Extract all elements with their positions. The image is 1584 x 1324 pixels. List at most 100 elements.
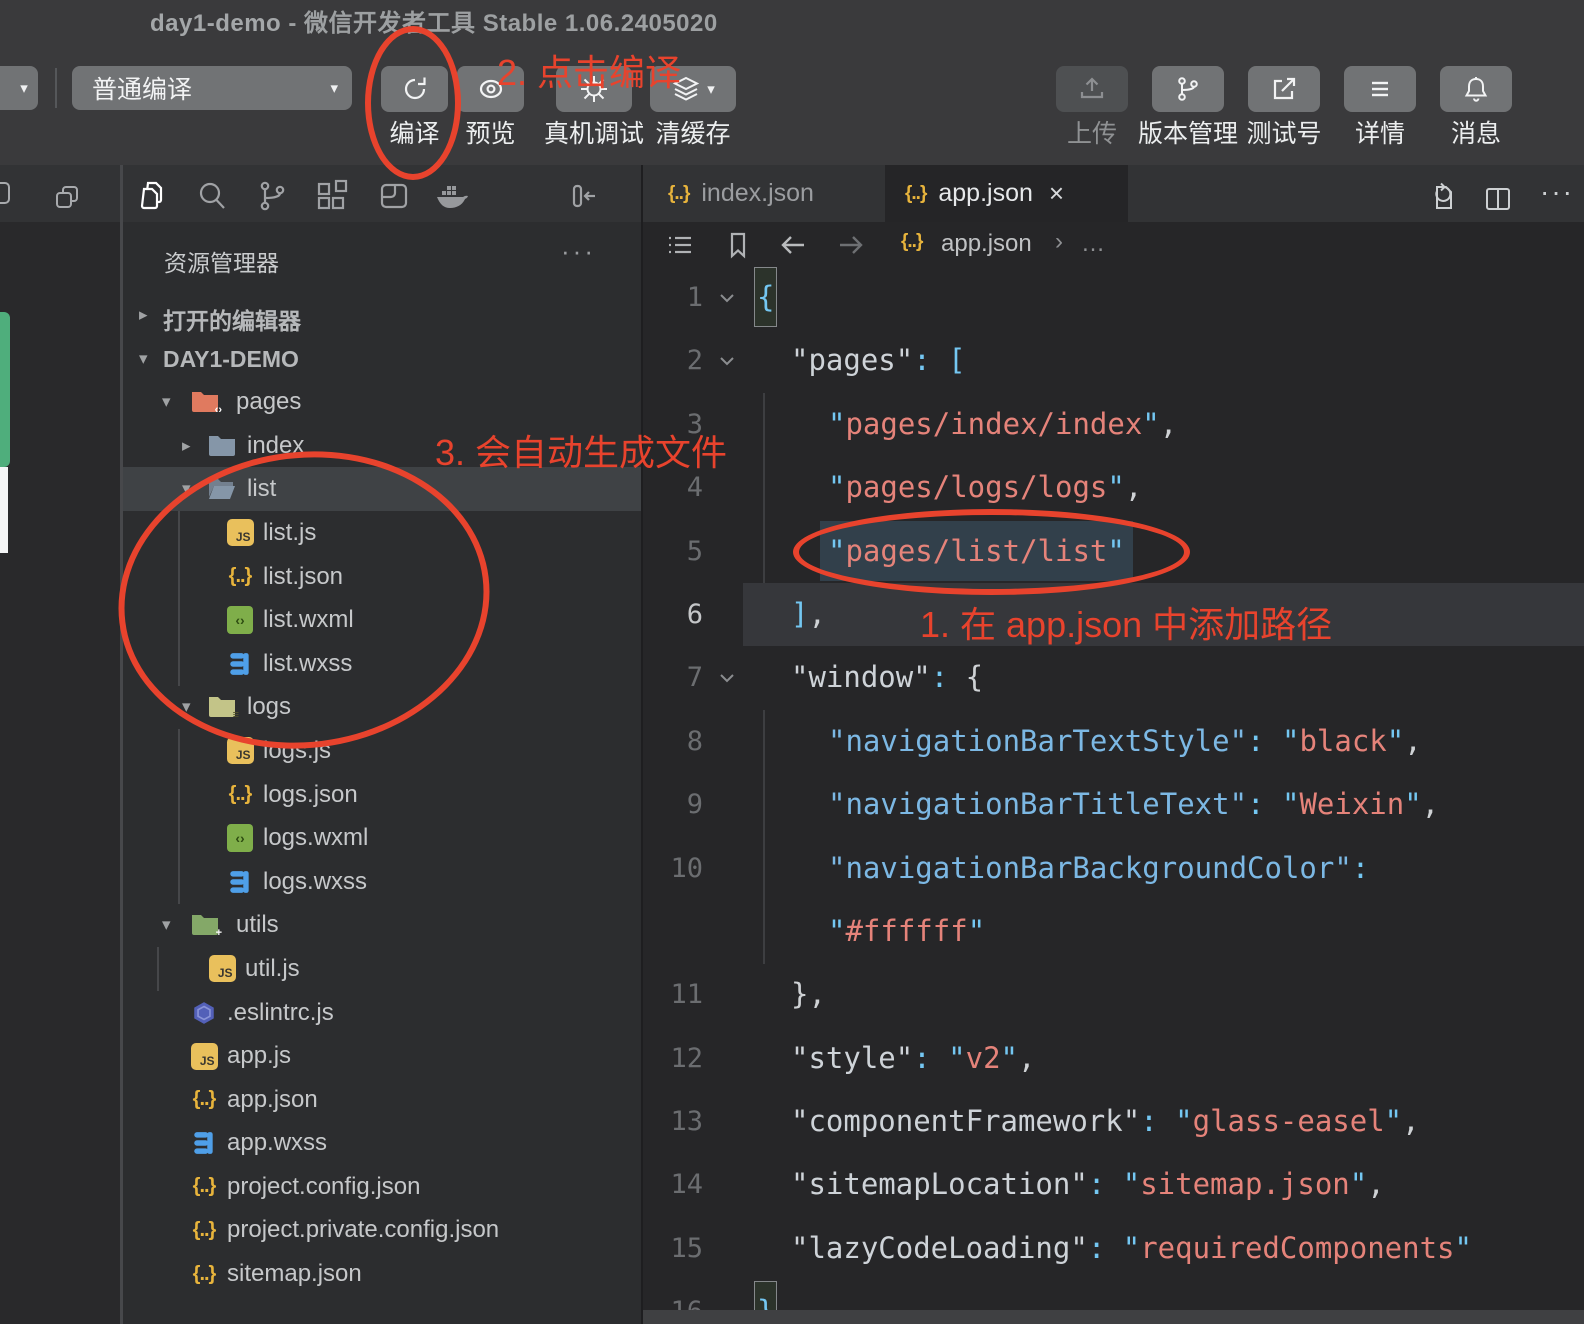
tab-app-json[interactable]: {..} app.json × <box>885 165 1128 222</box>
tree-item-utils[interactable]: ▾ +utils <box>123 903 641 947</box>
token: : <box>913 343 930 377</box>
tree-item-pages[interactable]: ▾ ‹›pages <box>123 380 641 424</box>
test-account-button[interactable] <box>1248 66 1320 112</box>
git-branch-icon[interactable] <box>254 178 290 214</box>
more-actions-icon[interactable]: ··· <box>1540 176 1574 208</box>
explorer-files-icon[interactable] <box>134 178 170 214</box>
token: black <box>1299 724 1386 758</box>
panel-layout-icon[interactable] <box>376 178 412 214</box>
code-line-13[interactable]: 13"componentFramework": "glass-easel", <box>643 1090 1584 1153</box>
code-line-2[interactable]: 2"pages": [ <box>643 329 1584 392</box>
tree-item-DAY1-DEMO[interactable]: ▾DAY1-DEMO <box>123 337 641 381</box>
annotation-step1: 1. 在 app.json 中添加路径 <box>920 596 1332 648</box>
tree-item-util.js[interactable]: JSutil.js <box>123 947 641 991</box>
tab-index-json[interactable]: {..} index.json <box>643 165 885 222</box>
line-number: 13 <box>643 1090 703 1153</box>
bookmark-icon[interactable] <box>723 230 753 260</box>
back-arrow-icon[interactable] <box>777 230 809 260</box>
code-line-7[interactable]: 7"window": { <box>643 646 1584 709</box>
breadcrumb-more[interactable]: … <box>1081 230 1105 258</box>
tree-item-label: pages <box>236 388 301 416</box>
forward-arrow-icon[interactable] <box>835 230 867 260</box>
token: " <box>1282 787 1299 821</box>
search-icon[interactable] <box>194 178 230 214</box>
token: , <box>1404 724 1421 758</box>
split-editor-icon[interactable] <box>1483 184 1513 214</box>
tree-item-logs.wxml[interactable]: ‹›logs.wxml <box>123 816 641 860</box>
code-line-3[interactable]: 3"pages/index/index", <box>643 393 1584 456</box>
tree-item-label: project.private.config.json <box>227 1216 499 1244</box>
close-icon[interactable]: × <box>1049 178 1064 209</box>
line-number: 10 <box>643 837 703 900</box>
token: " <box>828 470 845 504</box>
compile-mode-select[interactable]: 普通编译 ▾ <box>72 66 352 110</box>
tree-item-sitemap.json[interactable]: {..}sitemap.json <box>123 1252 641 1296</box>
token: : <box>1247 787 1264 821</box>
folder-utils-icon: + <box>190 911 220 939</box>
token: pages/index/index <box>845 407 1142 441</box>
code-line-12[interactable]: 12"style": "v2", <box>643 1027 1584 1090</box>
tree-item-logs.wxss[interactable]: logs.wxss <box>123 860 641 904</box>
editor-bottom-scrollbar[interactable] <box>643 1310 1584 1324</box>
token: , <box>1160 407 1177 441</box>
extensions-icon[interactable] <box>313 178 349 214</box>
fold-chevron-icon[interactable] <box>717 668 737 688</box>
chevron-down-icon[interactable]: ▾ <box>162 392 171 412</box>
breadcrumb[interactable]: app.json <box>941 230 1032 258</box>
code-line-4[interactable]: 4"pages/logs/logs", <box>643 456 1584 519</box>
explorer-more-icon[interactable]: ··· <box>561 236 596 267</box>
code-line-wrap[interactable]: "#ffffff" <box>643 900 1584 963</box>
token: , <box>1018 1041 1035 1075</box>
left-cropped-dropdown[interactable]: ▾ <box>0 66 38 110</box>
dock-windows-overlap-icon[interactable] <box>52 182 82 212</box>
compile-mode-label: 普通编译 <box>92 70 192 106</box>
tree-item-app.json[interactable]: {..}app.json <box>123 1078 641 1122</box>
version-control-button[interactable] <box>1152 66 1224 112</box>
code-line-1[interactable]: 1{ <box>643 266 1584 329</box>
tree-item-project.private.config.json[interactable]: {..}project.private.config.json <box>123 1208 641 1252</box>
code-line-15[interactable]: 15"lazyCodeLoading": "requiredComponents… <box>643 1217 1584 1280</box>
upload-button[interactable] <box>1056 66 1128 112</box>
toolbar-divider <box>55 68 57 108</box>
code-line-14[interactable]: 14"sitemapLocation": "sitemap.json", <box>643 1153 1584 1216</box>
code-line-10[interactable]: 10 "navigationBarBackgroundColor": <box>643 837 1584 900</box>
wxml-icon: ‹› <box>225 824 255 852</box>
collapse-sidebar-icon[interactable] <box>565 178 601 214</box>
open-preview-icon[interactable] <box>1424 181 1458 215</box>
token: , <box>1125 470 1142 504</box>
fold-chevron-icon[interactable] <box>717 351 737 371</box>
tree-item-.eslintrc.js[interactable]: .eslintrc.js <box>123 991 641 1035</box>
messages-button[interactable] <box>1440 66 1512 112</box>
tree-item-app.js[interactable]: JSapp.js <box>123 1034 641 1078</box>
outline-list-icon[interactable] <box>665 230 695 260</box>
chevron-down-icon[interactable]: ▾ <box>162 915 171 935</box>
explorer-title: 资源管理器 <box>164 244 279 278</box>
details-button[interactable] <box>1344 66 1416 112</box>
chevron-right-icon[interactable]: ▸ <box>182 436 191 456</box>
annotation-step3: 3. 会自动生成文件 <box>435 424 727 476</box>
wxss-icon <box>189 1129 219 1157</box>
tree-item-打开的编辑器[interactable]: ▸打开的编辑器 <box>123 293 641 337</box>
json-icon: {..} <box>225 781 255 809</box>
tree-item-logs.json[interactable]: {..}logs.json <box>123 773 641 817</box>
token: Weixin <box>1299 787 1404 821</box>
tree-item-label: app.js <box>227 1042 291 1070</box>
fold-chevron-icon[interactable] <box>717 288 737 308</box>
code-line-11[interactable]: 11}, <box>643 963 1584 1026</box>
external-link-icon <box>1269 74 1299 104</box>
token: " <box>1404 787 1421 821</box>
explorer-sidebar: 资源管理器 ··· ▸打开的编辑器▾DAY1-DEMO▾ ‹›pages▸ in… <box>123 222 641 1324</box>
tree-item-logs.js[interactable]: JSlogs.js <box>123 729 641 773</box>
code-line-9[interactable]: 9"navigationBarTitleText": "Weixin", <box>643 773 1584 836</box>
dock-window-icon[interactable] <box>0 180 12 206</box>
folder-closed-icon <box>207 432 237 460</box>
chevron-down-icon[interactable]: ▾ <box>139 349 148 369</box>
code-line-8[interactable]: 8"navigationBarTextStyle": "black", <box>643 710 1584 773</box>
chevron-right-icon[interactable]: ▸ <box>139 305 148 325</box>
line-content: "navigationBarBackgroundColor": <box>828 837 1369 900</box>
device-debug-label: 真机调试 <box>544 118 644 150</box>
token: "pages" <box>791 343 913 377</box>
docker-icon[interactable] <box>434 178 470 214</box>
tree-item-project.config.json[interactable]: {..}project.config.json <box>123 1165 641 1209</box>
tree-item-app.wxss[interactable]: app.wxss <box>123 1121 641 1165</box>
